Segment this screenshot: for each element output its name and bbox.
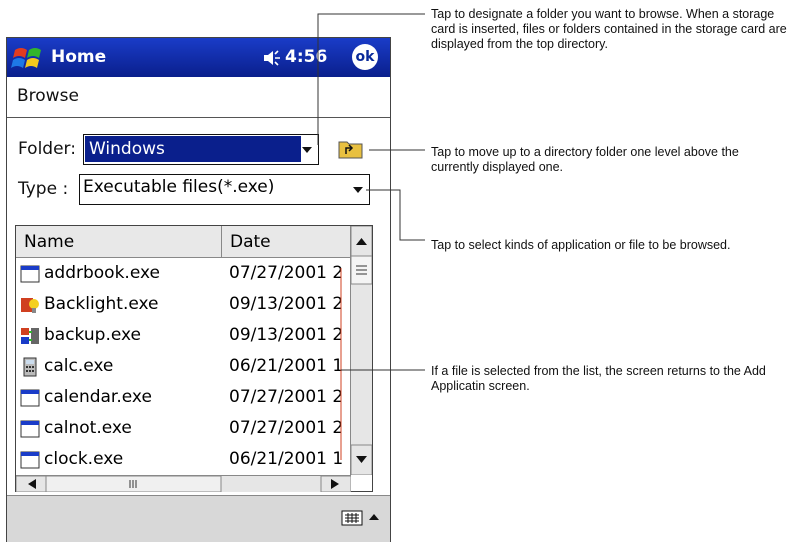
- callout-file: If a file is selected from the list, the…: [431, 364, 766, 393]
- callout-lines: [317, 13, 425, 460]
- callout-type: Tap to select kinds of application or fi…: [431, 238, 731, 252]
- callout-up: Tap to move up to a directory folder one…: [431, 145, 739, 174]
- callout-folder: Tap to designate a folder you want to br…: [431, 7, 787, 51]
